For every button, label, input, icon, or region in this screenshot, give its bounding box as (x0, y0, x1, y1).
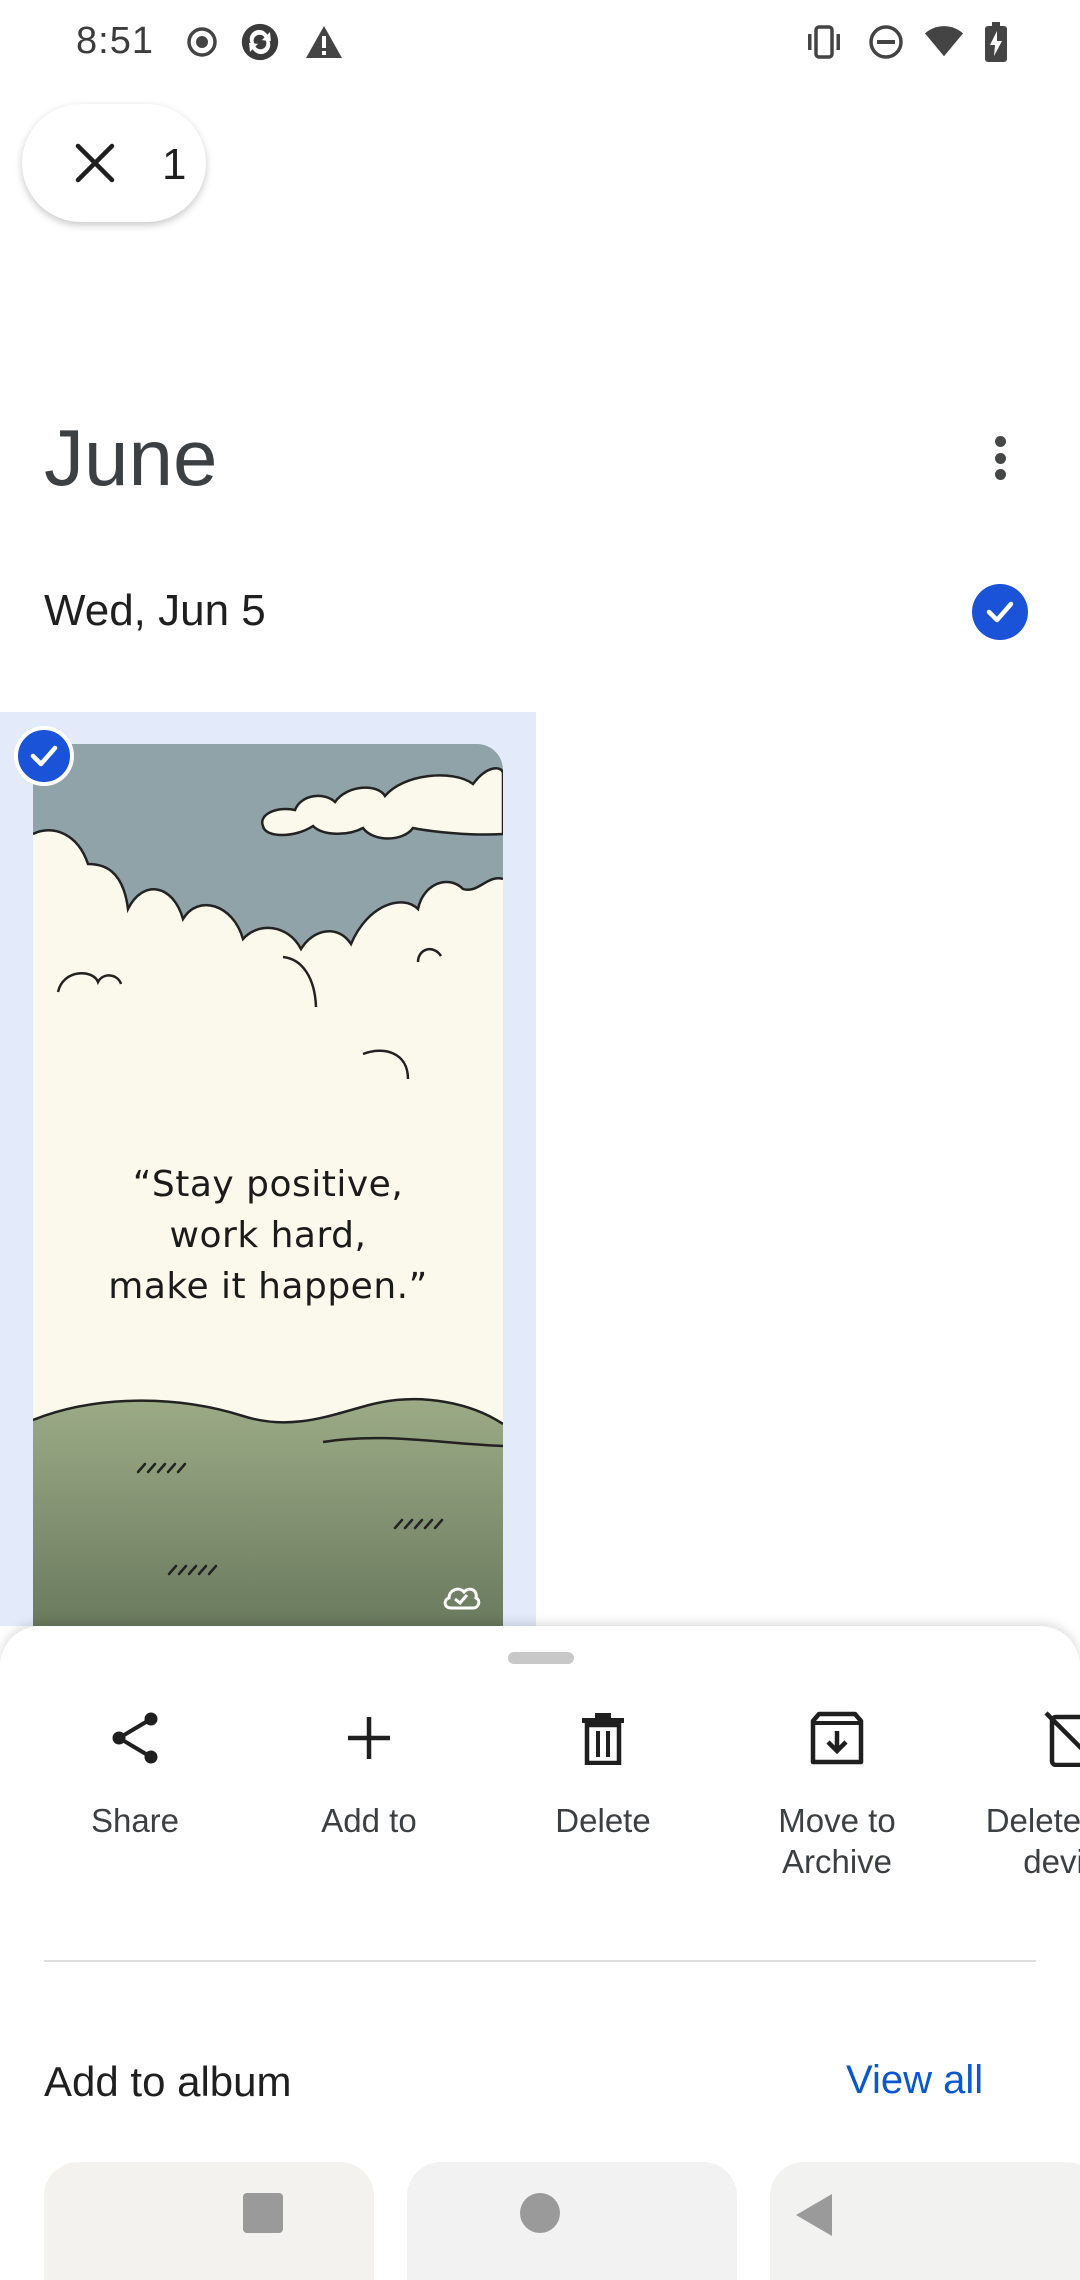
photo-tile-selected[interactable]: “Stay positive, work hard, make it happe… (0, 712, 536, 1626)
move-to-archive-label: Move to Archive (778, 1802, 896, 1880)
date-group-label: Wed, Jun 5 (44, 586, 266, 635)
quote-line: work hard, (169, 1215, 367, 1256)
home-icon[interactable] (519, 2192, 561, 2239)
sync-app-icon (240, 20, 280, 64)
album-card[interactable] (407, 2162, 737, 2280)
delete-from-device-icon (1039, 1706, 1080, 1770)
battery-charging-icon (976, 20, 1016, 64)
quote-line: “Stay positive, (132, 1164, 404, 1205)
photo-thumbnail[interactable]: “Stay positive, work hard, make it happe… (33, 744, 503, 1626)
trash-icon (571, 1706, 635, 1770)
share-label: Share (90, 1802, 180, 1839)
photo-quote-text: “Stay positive, work hard, make it happe… (33, 1159, 503, 1312)
actions-bottom-sheet: Share Add to Delete Move to Archive Dele… (0, 1626, 1080, 2280)
view-all-link[interactable]: View all (846, 2058, 983, 2103)
share-icon (103, 1706, 167, 1770)
delete-label: Delete (555, 1802, 651, 1839)
cloud-done-icon (441, 1582, 481, 1617)
photo-check-icon[interactable] (14, 726, 74, 786)
status-time: 8:51 (76, 20, 154, 62)
selection-count: 1 (162, 140, 187, 189)
more-vertical-icon[interactable] (976, 426, 1024, 490)
add-to-label: Add to (321, 1802, 417, 1839)
sheet-divider (44, 1960, 1036, 1962)
vibrate-icon (804, 20, 844, 64)
recents-icon[interactable] (242, 2192, 284, 2239)
archive-icon (805, 1706, 869, 1770)
screen-record-icon (182, 20, 222, 64)
album-card[interactable] (44, 2162, 374, 2280)
status-bar: 8:51 (0, 0, 1080, 90)
drag-handle[interactable] (508, 1652, 574, 1664)
move-to-archive-button[interactable]: Move to Archive (732, 1706, 942, 1882)
warning-icon (304, 20, 344, 64)
month-title: June (44, 413, 218, 502)
add-to-button[interactable]: Add to (264, 1706, 474, 1841)
add-to-album-title: Add to album (44, 2058, 292, 2105)
date-select-check-icon[interactable] (972, 584, 1028, 640)
back-icon[interactable] (794, 2192, 834, 2243)
add-icon (337, 1706, 401, 1770)
delete-from-device-button[interactable]: Delete from device (966, 1706, 1080, 1882)
delete-button[interactable]: Delete (498, 1706, 708, 1841)
selection-toolbar: 1 (22, 104, 206, 222)
wifi-icon (924, 20, 964, 64)
close-icon[interactable] (72, 140, 118, 186)
quote-line: make it happen.” (108, 1266, 428, 1307)
do-not-disturb-icon (866, 20, 906, 64)
delete-from-device-label: Delete from device (985, 1802, 1080, 1880)
share-button[interactable]: Share (30, 1706, 240, 1841)
